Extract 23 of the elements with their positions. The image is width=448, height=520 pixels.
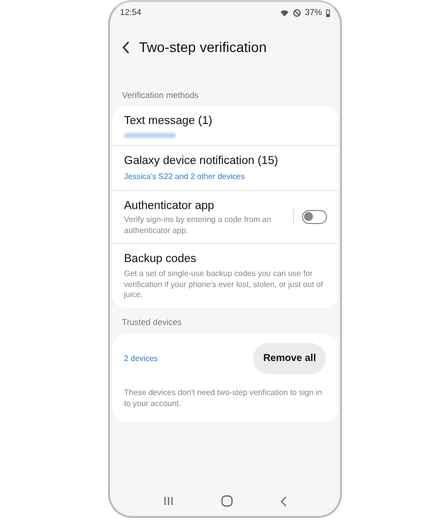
device-link[interactable]: Jessica's S22 and 2 other devices bbox=[124, 170, 327, 182]
remove-all-button[interactable]: Remove all bbox=[253, 342, 326, 374]
section-heading: Verification methods bbox=[121, 89, 200, 102]
battery-level: 37% bbox=[304, 6, 322, 19]
item-title: Text message (1) bbox=[124, 114, 214, 128]
battery-icon bbox=[326, 8, 330, 16]
item-title: Authenticator app bbox=[124, 198, 216, 213]
do-not-disturb-icon bbox=[292, 8, 301, 16]
status-time: 12:54 bbox=[120, 6, 142, 19]
section-heading: Trusted devices bbox=[121, 316, 183, 329]
home-icon[interactable] bbox=[220, 495, 233, 507]
toggle-switch[interactable] bbox=[302, 210, 327, 224]
back-icon[interactable] bbox=[122, 41, 130, 54]
page-title: Two-step verification bbox=[139, 39, 267, 56]
devices-link[interactable]: 2 devices bbox=[124, 353, 158, 366]
item-description: Verify sign-ins by entering a code from an authenticator app. bbox=[124, 214, 272, 236]
item-title: Galaxy device notification (15) bbox=[124, 154, 280, 168]
wifi-icon bbox=[280, 8, 289, 16]
blurred-detail bbox=[124, 133, 176, 138]
item-title: Backup codes bbox=[124, 252, 198, 267]
item-description: Get a set of single-use backup codes you can use for verification if your phone's ever lost, stolen, or just out of juice. bbox=[124, 268, 324, 302]
trusted-note: These devices don't need two-step verification to sign in to your account. bbox=[124, 388, 324, 410]
recent-apps-icon[interactable] bbox=[163, 496, 174, 506]
